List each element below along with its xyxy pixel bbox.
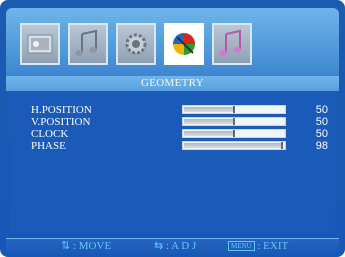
- setting-value: 50: [315, 104, 328, 116]
- slider-fill: [184, 107, 234, 112]
- slider-marker: [233, 106, 235, 113]
- tab-setup[interactable]: [116, 23, 156, 65]
- setting-value: 50: [315, 116, 328, 128]
- adjust-hint: ⇆ : A D J: [154, 240, 196, 252]
- geometry-icon: [173, 33, 195, 55]
- tab-picture[interactable]: [20, 23, 60, 65]
- tab-audio[interactable]: [68, 23, 108, 65]
- setting-row-clock[interactable]: CLOCK 50: [10, 128, 335, 140]
- adjust-hint-text: : A D J: [165, 240, 197, 252]
- tab-bar: [6, 8, 339, 76]
- setting-row-v-position[interactable]: V.POSITION 50: [10, 116, 335, 128]
- setting-value: 98: [315, 140, 328, 152]
- up-down-arrows-icon: ⇅: [61, 240, 71, 252]
- audio-icon: [75, 29, 97, 56]
- slider-marker: [233, 118, 235, 125]
- v-position-slider[interactable]: [182, 117, 286, 126]
- setting-row-h-position[interactable]: H.POSITION 50: [10, 104, 335, 116]
- setting-label: PHASE: [31, 140, 66, 152]
- setting-label: V.POSITION: [31, 116, 91, 128]
- h-position-slider[interactable]: [182, 105, 286, 114]
- tab-music[interactable]: [212, 23, 252, 65]
- slider-fill: [184, 143, 282, 148]
- settings-list: H.POSITION 50 V.POSITION 50 CLOCK 50 PHA…: [10, 91, 335, 233]
- footer-divider: [6, 238, 339, 239]
- osd-window: GEOMETRY H.POSITION 50 V.POSITION 50 CLO…: [0, 0, 345, 257]
- osd-panel: GEOMETRY H.POSITION 50 V.POSITION 50 CLO…: [0, 0, 345, 257]
- setting-row-phase[interactable]: PHASE 98: [10, 140, 335, 152]
- exit-hint-text: : EXIT: [257, 240, 289, 252]
- left-right-arrows-icon: ⇆: [154, 240, 164, 252]
- setting-value: 50: [315, 128, 328, 140]
- slider-fill: [184, 119, 234, 124]
- menu-key-icon: MENU: [228, 241, 255, 251]
- key-hint-bar: ⇅ : MOVE ⇆ : A D J MENU : EXIT: [6, 238, 339, 254]
- setting-label: H.POSITION: [31, 104, 92, 116]
- section-title: GEOMETRY: [141, 77, 204, 89]
- gear-icon: [125, 33, 147, 55]
- exit-hint: MENU : EXIT: [228, 240, 288, 252]
- slider-marker: [233, 130, 235, 137]
- picture-icon: [27, 34, 53, 54]
- move-hint: ⇅ : MOVE: [61, 240, 111, 252]
- music-icon: [219, 29, 241, 56]
- slider-fill: [184, 131, 234, 136]
- phase-slider[interactable]: [182, 141, 286, 150]
- tab-geometry[interactable]: [164, 23, 204, 65]
- setting-label: CLOCK: [31, 128, 69, 140]
- clock-slider[interactable]: [182, 129, 286, 138]
- slider-marker: [281, 142, 283, 149]
- move-hint-text: : MOVE: [72, 240, 112, 252]
- section-header: GEOMETRY: [6, 76, 339, 91]
